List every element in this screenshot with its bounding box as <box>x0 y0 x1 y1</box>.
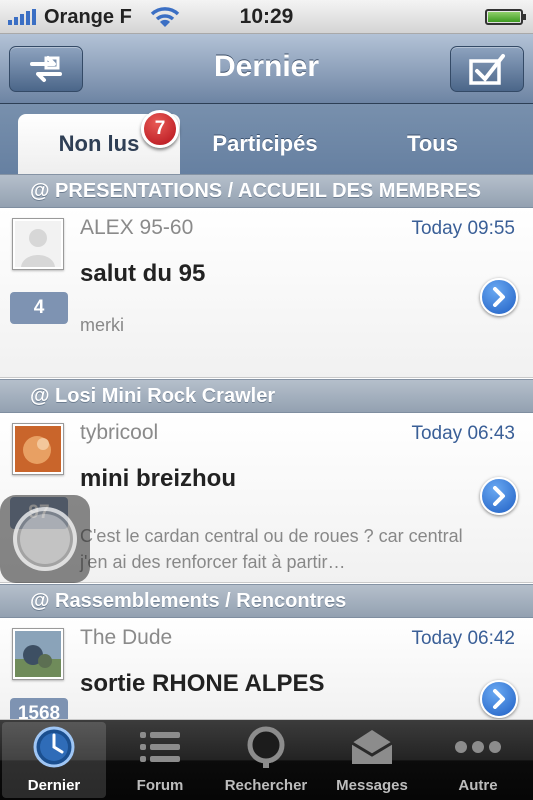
tabbar-item-forum[interactable]: Forum <box>108 722 212 798</box>
tabbar-item-dernier[interactable]: Dernier <box>2 722 106 798</box>
disclosure-button[interactable] <box>480 278 518 316</box>
user-photo <box>15 631 61 677</box>
avatar <box>12 423 64 475</box>
topic-author: tybricool <box>80 421 159 444</box>
topic-author: The Dude <box>80 626 173 649</box>
tabbar-label: Rechercher <box>224 777 308 794</box>
user-photo <box>15 426 61 472</box>
topic-row[interactable]: 1568 The Dude Today 06:42 sortie RHONE A… <box>0 618 533 720</box>
topic-time: Today 06:43 <box>411 423 515 444</box>
topic-title: mini breizhou <box>80 465 236 492</box>
tabbar-label: Messages <box>336 777 408 794</box>
disclosure-button[interactable] <box>480 477 518 515</box>
chevron-right-icon <box>493 287 505 307</box>
status-bar: Orange F 10:29 <box>0 0 533 34</box>
avatar <box>12 628 64 680</box>
filter-tabs: Non lus Participés Tous <box>0 104 533 174</box>
clock: 10:29 <box>239 5 294 28</box>
tabbar-item-rechercher[interactable]: Rechercher <box>214 722 318 798</box>
topic-row[interactable]: 4 ALEX 95-60 Today 09:55 salut du 95 mer… <box>0 208 533 378</box>
assistive-touch-button[interactable] <box>0 495 90 583</box>
topic-time: Today 09:55 <box>411 218 515 239</box>
default-user-icon <box>15 221 61 267</box>
tab-participes[interactable]: Participés <box>185 114 345 174</box>
topic-time: Today 06:42 <box>411 628 515 649</box>
reply-count: 1568 <box>10 698 68 719</box>
mark-read-button[interactable] <box>450 46 524 92</box>
tab-bar: Dernier Forum Rechercher Messages Autre <box>0 720 533 800</box>
checkmark-icon <box>469 54 505 85</box>
topic-preview: C'est le cardan central ou de roues ? ca… <box>80 526 463 572</box>
navigation-bar: Dernier <box>0 34 533 104</box>
more-icon <box>455 741 501 753</box>
tabbar-label: Autre <box>458 777 498 794</box>
tabbar-item-messages[interactable]: Messages <box>320 722 424 798</box>
unread-count-badge: 7 <box>141 110 179 148</box>
topic-title: salut du 95 <box>80 260 206 287</box>
chevron-right-icon <box>493 689 505 709</box>
list-icon <box>140 732 180 762</box>
tabbar-item-autre[interactable]: Autre <box>426 722 530 798</box>
clock-icon <box>33 726 75 768</box>
topic-preview: merki <box>80 315 124 335</box>
tabbar-label: Dernier <box>27 777 81 794</box>
envelope-icon <box>351 730 393 764</box>
battery-icon <box>485 9 526 25</box>
tab-tous[interactable]: Tous <box>350 114 515 174</box>
topic-title: sortie RHONE ALPES <box>80 670 325 697</box>
reply-count: 4 <box>10 292 68 324</box>
section-header: @ Rassemblements / Rencontres <box>0 584 533 618</box>
avatar <box>12 218 64 270</box>
section-header: @ Losi Mini Rock Crawler <box>0 379 533 413</box>
topic-author: ALEX 95-60 <box>80 216 194 239</box>
search-icon <box>247 726 285 768</box>
tabbar-label: Forum <box>136 777 184 794</box>
disclosure-button[interactable] <box>480 680 518 718</box>
chevron-right-icon <box>493 486 505 506</box>
section-header: @ PRESENTATIONS / ACCUEIL DES MEMBRES <box>0 174 533 208</box>
assistive-touch-icon <box>13 507 77 571</box>
